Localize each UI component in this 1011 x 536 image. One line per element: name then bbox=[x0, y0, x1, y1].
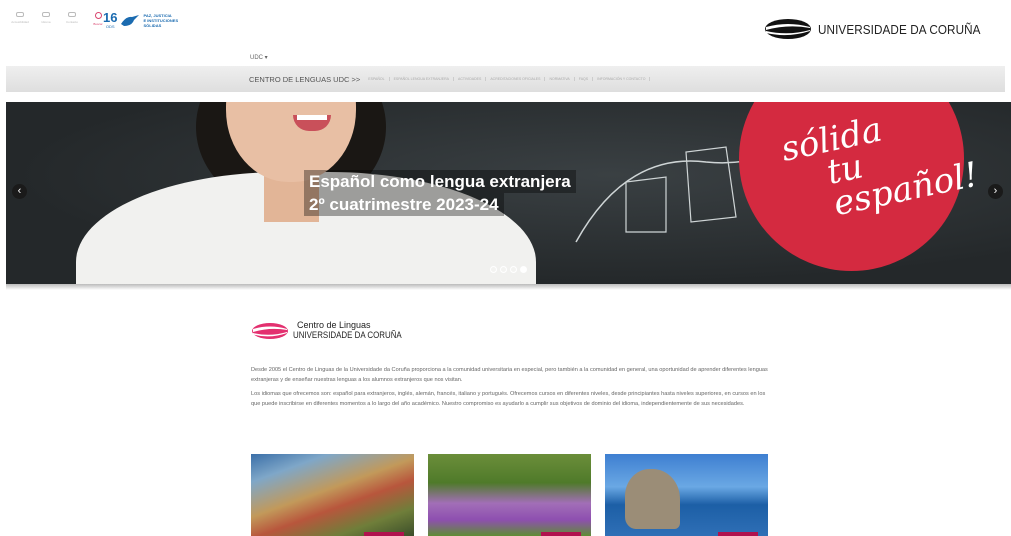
hero-carousel[interactable]: sólida tu español! Español como lengua e… bbox=[6, 102, 1011, 284]
thumb-flower-garden[interactable] bbox=[428, 454, 591, 536]
carousel-dot[interactable] bbox=[510, 266, 517, 273]
thumb-coast-rock[interactable] bbox=[605, 454, 768, 536]
thumb-tag bbox=[718, 532, 758, 536]
carousel-dot[interactable] bbox=[500, 266, 507, 273]
carousel-prev-button[interactable]: ‹ bbox=[12, 184, 27, 199]
nav-item[interactable]: Acreditaciones oficiales bbox=[486, 77, 546, 81]
sdg-text: PAZ, JUSTICIA E INSTITUCIONES SÓLIDAS bbox=[143, 13, 178, 28]
nav-items: Español Español lengua extranjera Activi… bbox=[364, 77, 651, 81]
nav-title[interactable]: CENTRO DE LENGUAS UDC >> bbox=[249, 75, 360, 84]
thumb-tag bbox=[541, 532, 581, 536]
search-label: Buscar bbox=[93, 22, 103, 26]
nav-item[interactable]: Español lengua extranjera bbox=[390, 77, 454, 81]
hero-caption: Español como lengua extranjera 2º cuatri… bbox=[304, 170, 576, 216]
contact-label: Contacto bbox=[65, 20, 78, 24]
nav-item[interactable]: Información y contacto bbox=[593, 77, 651, 81]
intro-text: Desde 2005 el Centro de Linguas de la Un… bbox=[251, 365, 771, 413]
rock-shape bbox=[625, 469, 680, 529]
language-icon[interactable]: Idioma bbox=[36, 12, 56, 24]
thumb-cinque-terre[interactable] bbox=[251, 454, 414, 536]
section-navbar: CENTRO DE LENGUAS UDC >> Español Español… bbox=[6, 66, 1005, 92]
nav-item[interactable]: FAQs bbox=[575, 77, 594, 81]
intro-paragraph: Desde 2005 el Centro de Linguas de la Un… bbox=[251, 367, 768, 383]
top-bar: Accesibilidad Idioma Contacto Buscar 16 … bbox=[0, 0, 1011, 48]
carousel-next-button[interactable]: › bbox=[988, 184, 1003, 199]
accessibility-icon[interactable]: Accesibilidad bbox=[10, 12, 30, 24]
sdg-text-line: SÓLIDAS bbox=[143, 23, 162, 28]
nav-item[interactable]: Español bbox=[364, 77, 390, 81]
sdg-number: 16 bbox=[103, 10, 118, 25]
thumb-tag bbox=[364, 532, 404, 536]
carousel-dot-active[interactable] bbox=[520, 266, 527, 273]
accessibility-label: Accesibilidad bbox=[11, 20, 29, 24]
thumbnail-row bbox=[251, 454, 768, 536]
caption-line-2: 2º cuatrimestre 2023-24 bbox=[304, 193, 504, 216]
carousel-dot[interactable] bbox=[490, 266, 497, 273]
udc-dropdown[interactable]: UDC ▾ bbox=[250, 54, 268, 61]
contact-icon[interactable]: Contacto bbox=[62, 12, 82, 24]
udc-logo-icon bbox=[765, 19, 812, 39]
top-icons: Accesibilidad Idioma Contacto Buscar bbox=[10, 12, 108, 26]
centro-linguas-logo[interactable]: Centro de Linguas UNIVERSIDADE DA CORUÑA bbox=[251, 320, 417, 340]
language-label: Idioma bbox=[41, 20, 51, 24]
university-logo[interactable]: UNIVERSIDADE DA CORUÑA bbox=[764, 18, 999, 40]
university-name: UNIVERSIDADE DA CORUÑA bbox=[818, 21, 981, 37]
person-teeth bbox=[297, 115, 327, 120]
cl-subtitle: UNIVERSIDADE DA CORUÑA bbox=[293, 330, 402, 340]
caption-line-1: Español como lengua extranjera bbox=[304, 170, 576, 193]
cl-logo-icon bbox=[252, 323, 288, 339]
sdg-sub: ODS bbox=[105, 24, 115, 29]
nav-item[interactable]: Normativa bbox=[545, 77, 575, 81]
hero-shadow bbox=[6, 284, 1011, 290]
sdg-16-badge[interactable]: 16 ODS PAZ, JUSTICIA E INSTITUCIONES SÓL… bbox=[103, 10, 178, 29]
cl-logo-text: Centro de Linguas UNIVERSIDADE DA CORUÑA bbox=[293, 320, 417, 340]
nav-item[interactable]: Actividades bbox=[454, 77, 487, 81]
cl-title: Centro de Linguas bbox=[297, 320, 371, 330]
dove-icon bbox=[121, 14, 140, 26]
carousel-dots bbox=[490, 266, 527, 273]
intro-paragraph: Los idiomas que ofrecemos son: español p… bbox=[251, 391, 766, 407]
